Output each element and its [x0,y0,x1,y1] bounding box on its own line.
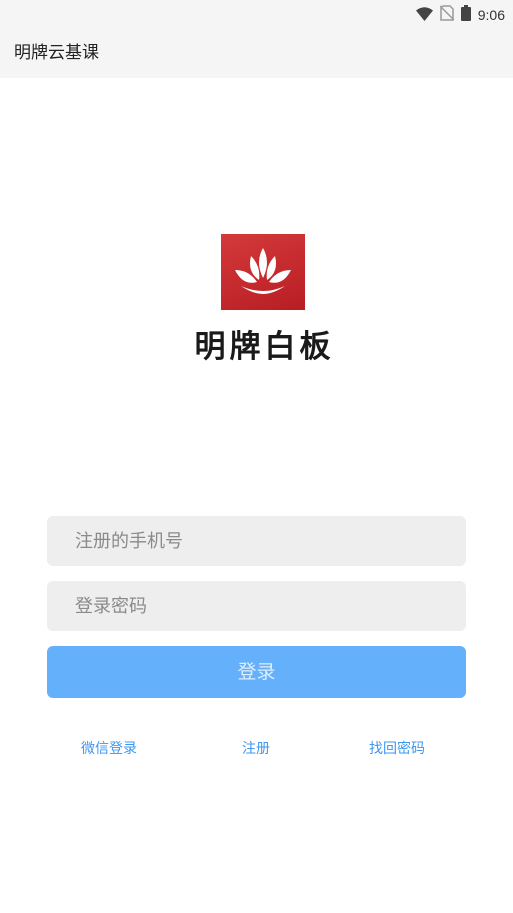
phone-field[interactable] [47,516,466,566]
app-title: 明牌云基课 [14,43,99,63]
register-link[interactable]: 注册 [242,738,270,760]
status-icons: 9:06 [415,4,505,26]
status-time: 9:06 [477,7,505,23]
password-field[interactable] [47,581,466,631]
phone-input[interactable] [47,516,466,566]
lotus-icon [235,248,291,294]
wechat-login-link[interactable]: 微信登录 [81,738,137,760]
brand-name: 明牌白板 [194,329,335,365]
forgot-password-link[interactable]: 找回密码 [369,738,425,760]
status-bar: 9:06 [0,0,513,30]
wifi-icon [415,6,433,25]
login-button[interactable]: 登录 [47,646,466,698]
app-bar: 明牌云基课 [0,30,513,78]
battery-icon [460,5,471,25]
brand-logo [221,234,305,310]
no-sim-icon [439,5,455,25]
password-input[interactable] [47,581,466,631]
